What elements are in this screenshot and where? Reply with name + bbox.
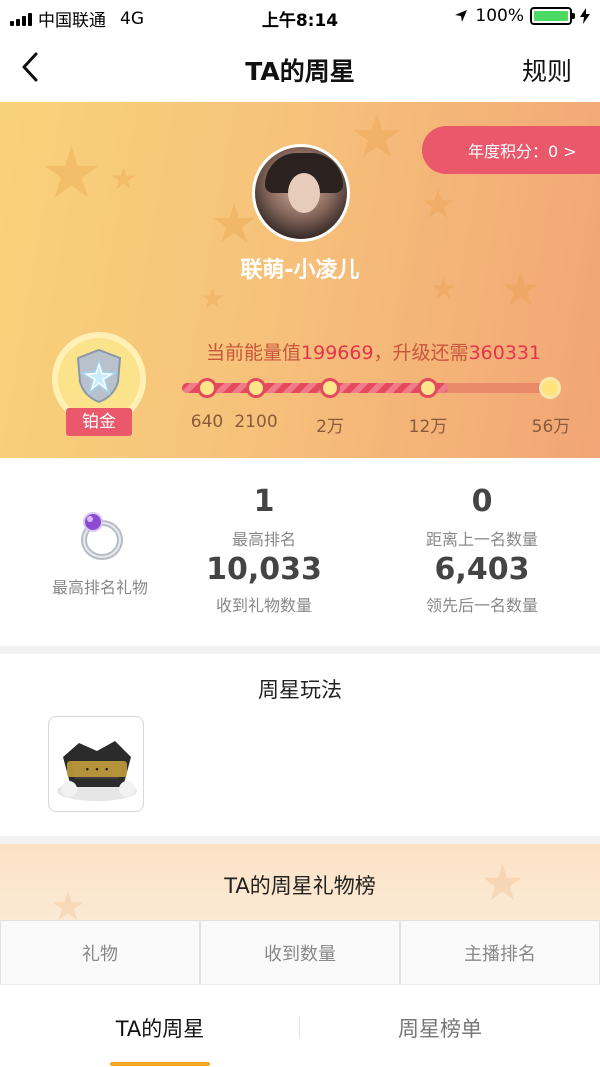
level-progress-bar — [182, 377, 561, 399]
column-received-count: 收到数量 — [200, 920, 400, 986]
battery-percent: 100% — [475, 6, 524, 26]
gameplay-heading: 周星玩法 — [258, 678, 342, 702]
progress-node — [320, 378, 340, 398]
avatar[interactable] — [252, 144, 350, 242]
section-divider — [0, 646, 600, 654]
bottom-tab-bar: TA的周星 周星榜单 — [0, 985, 600, 1067]
top-gift-label: 最高排名礼物 — [51, 578, 149, 597]
game-logo-icon: · · · — [57, 741, 137, 801]
battery-icon — [530, 7, 575, 25]
platinum-shield-icon — [76, 348, 122, 404]
status-bar: 中国联通 4G 上午8:14 100% — [0, 0, 600, 32]
active-tab-indicator — [110, 1062, 210, 1066]
stats-section: 最高排名礼物 1 最高排名 0 距离上一名数量 10,033 收到礼物数量 6,… — [0, 458, 600, 646]
tab-divider — [299, 1016, 300, 1038]
decor-star-icon: ★ — [110, 162, 137, 197]
energy-value: 199669 — [301, 342, 374, 364]
annual-score-button[interactable]: 年度积分：0 > — [422, 126, 600, 174]
milestone-label: 640 — [190, 412, 224, 432]
energy-text: 当前能量值199669，升级还需360331 — [206, 338, 541, 365]
status-right: 100% — [453, 6, 590, 26]
tab-my-weekly-star[interactable]: TA的周星 — [116, 1013, 205, 1043]
level-label: 铂金 — [66, 408, 132, 436]
gap-to-previous-label: 距离上一名数量 — [425, 530, 539, 549]
milestone-label: 12万 — [408, 417, 448, 437]
decor-star-icon: ★ — [350, 102, 404, 172]
progress-node — [418, 378, 438, 398]
svg-text:· · ·: · · · — [85, 762, 109, 778]
decor-star-icon: ★ — [420, 182, 456, 228]
column-host-rank: 主播排名 — [400, 920, 600, 986]
milestone-label: 2100 — [234, 412, 278, 432]
charging-bolt-icon — [580, 8, 590, 24]
progress-node — [197, 378, 217, 398]
gift-ranking-section: ★ ★ TA的周星礼物榜 礼物 收到数量 主播排名 — [0, 844, 600, 994]
username: 联萌-小凌儿 — [240, 258, 360, 283]
milestone-label: 2万 — [316, 417, 344, 437]
rules-button[interactable]: 规则 — [522, 52, 572, 88]
gift-table-header: 礼物 收到数量 主播排名 — [0, 920, 600, 986]
energy-middle: ，升级还需 — [373, 342, 469, 364]
location-arrow-icon — [455, 10, 468, 22]
page-title: TA的周星 — [245, 57, 355, 86]
hero-section: ★ ★ ★ ★ ★ ★ ★ ★ 年度积分：0 > 联萌-小凌儿 铂金 当前能量值… — [0, 102, 600, 458]
progress-node — [539, 377, 561, 399]
decor-star-icon: ★ — [40, 132, 103, 214]
game-tile[interactable]: · · · — [48, 716, 144, 812]
progress-node — [246, 378, 266, 398]
level-badge: 铂金 — [52, 332, 146, 436]
gifts-received-value: 10,033 — [206, 552, 322, 587]
gameplay-section: 周星玩法 · · · — [0, 654, 600, 836]
tab-weekly-star-ranking[interactable]: 周星榜单 — [398, 1013, 482, 1043]
decor-star-icon: ★ — [210, 192, 259, 255]
gifts-received-label: 收到礼物数量 — [215, 596, 313, 615]
gift-ranking-heading: TA的周星礼物榜 — [224, 874, 376, 898]
amethyst-ring-icon — [81, 512, 123, 560]
highest-rank-value: 1 — [253, 484, 275, 519]
lead-over-next-value: 6,403 — [434, 552, 530, 587]
highest-rank-label: 最高排名 — [231, 530, 297, 549]
gap-to-previous-value: 0 — [471, 484, 493, 519]
energy-needed: 360331 — [468, 342, 542, 364]
decor-star-icon: ★ — [200, 282, 226, 315]
nav-bar: TA的周星 规则 — [0, 32, 600, 102]
energy-prefix: 当前能量值 — [206, 342, 302, 364]
section-divider — [0, 836, 600, 844]
column-gift: 礼物 — [0, 920, 200, 986]
milestone-label: 56万 — [531, 417, 571, 437]
lead-over-next-label: 领先后一名数量 — [425, 596, 539, 615]
